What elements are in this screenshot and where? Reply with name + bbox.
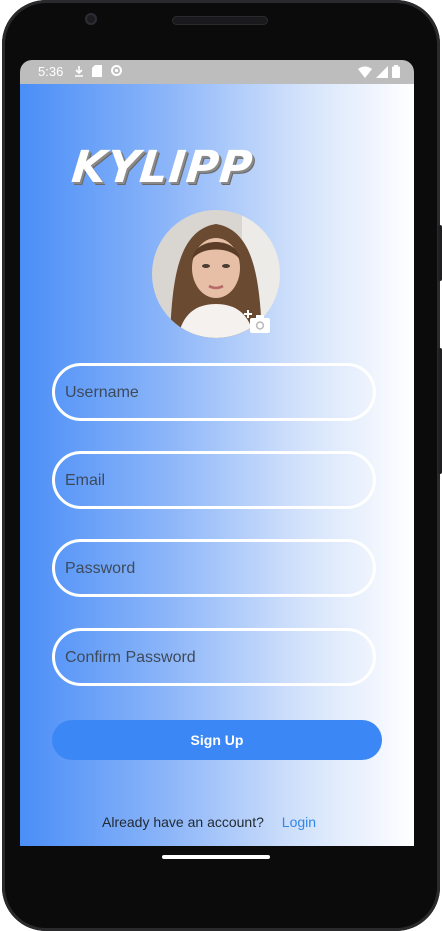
signup-screen: KYLIPP Username Email Password Confirm P… xyxy=(20,84,414,846)
status-time: 5:36 xyxy=(38,64,64,79)
signal-icon xyxy=(376,65,388,78)
power-button xyxy=(438,348,442,474)
login-link[interactable]: Login xyxy=(282,814,316,830)
speaker-grille xyxy=(172,16,268,25)
settings-icon xyxy=(111,65,122,76)
screen: 5:36 KYLIPP Username Email Password Conf… xyxy=(20,60,414,846)
login-prompt: Already have an account? Login xyxy=(102,814,316,830)
volume-button xyxy=(438,225,442,281)
battery-icon xyxy=(392,65,400,78)
wifi-icon xyxy=(358,66,372,78)
login-prompt-text: Already have an account? xyxy=(102,814,264,830)
sd-card-icon xyxy=(92,64,102,77)
email-placeholder: Email xyxy=(65,472,106,489)
app-logo: KYLIPP xyxy=(69,142,256,193)
username-field[interactable]: Username xyxy=(52,363,376,421)
add-photo-icon[interactable] xyxy=(244,310,272,336)
front-camera xyxy=(85,13,97,25)
password-field[interactable]: Password xyxy=(52,539,376,597)
password-placeholder: Password xyxy=(65,560,136,577)
confirm-password-field[interactable]: Confirm Password xyxy=(52,628,376,686)
username-placeholder: Username xyxy=(65,384,139,401)
confirm-password-placeholder: Confirm Password xyxy=(65,649,196,666)
home-indicator[interactable] xyxy=(162,855,270,859)
sign-up-button[interactable]: Sign Up xyxy=(52,720,382,760)
email-field[interactable]: Email xyxy=(52,451,376,509)
download-icon xyxy=(75,65,83,77)
status-bar: 5:36 xyxy=(20,60,414,84)
